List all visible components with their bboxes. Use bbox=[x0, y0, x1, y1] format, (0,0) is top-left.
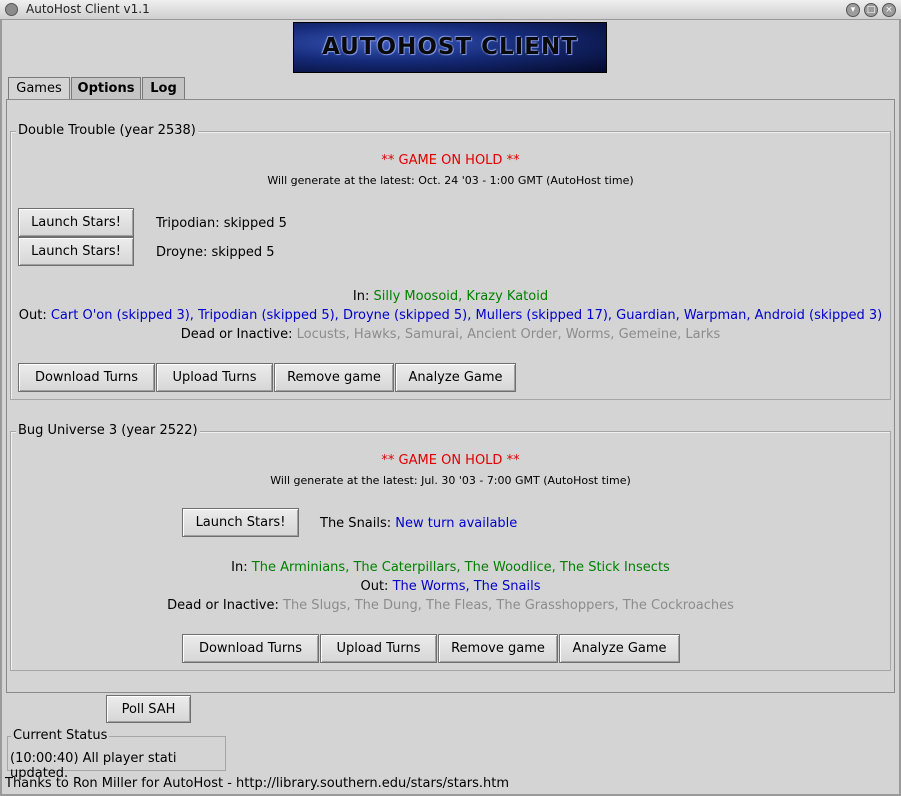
current-status-group: Current Status (10:00:40) All player sta… bbox=[7, 728, 226, 781]
out-players: Cart O'on (skipped 3), Tripodian (skippe… bbox=[50, 308, 883, 323]
dead-players: Locusts, Hawks, Samurai, Ancient Order, … bbox=[296, 327, 721, 342]
tab-label: Games bbox=[16, 81, 62, 96]
close-icon[interactable]: × bbox=[882, 3, 896, 17]
launch-stars-button[interactable]: Launch Stars! bbox=[18, 208, 134, 237]
download-turns-button[interactable]: Download Turns bbox=[18, 363, 155, 392]
dead-players: The Slugs, The Dung, The Fleas, The Gras… bbox=[283, 598, 734, 613]
app-icon[interactable] bbox=[5, 3, 18, 16]
tab-log[interactable]: Log bbox=[142, 77, 185, 99]
game-generate-time: Will generate at the latest: Oct. 24 '03… bbox=[267, 174, 634, 187]
game-group-double-trouble: Double Trouble (year 2538) ** GAME ON HO… bbox=[10, 123, 891, 400]
footer-credit: Thanks to Ron Miller for AutoHost - http… bbox=[5, 776, 510, 791]
in-label: In: bbox=[352, 289, 370, 304]
remove-game-button[interactable]: Remove game bbox=[438, 634, 558, 663]
out-label: Out: bbox=[18, 308, 47, 323]
minimize-icon[interactable]: ▾ bbox=[846, 3, 860, 17]
player-status: Droyne: skipped 5 bbox=[156, 245, 275, 260]
player-name: The Snails: bbox=[320, 516, 392, 531]
tab-games[interactable]: Games bbox=[8, 77, 70, 100]
in-players-line: In: Silly Moosoid, Krazy Katoid bbox=[11, 289, 890, 304]
autohost-logo: AUTOHOST CLIENT bbox=[293, 22, 607, 73]
out-players-line: Out: The Worms, The Snails bbox=[11, 579, 890, 594]
dead-label: Dead or Inactive: bbox=[180, 327, 293, 342]
game-generate-time: Will generate at the latest: Jul. 30 '03… bbox=[270, 474, 631, 487]
remove-game-button[interactable]: Remove game bbox=[274, 363, 394, 392]
in-label: In: bbox=[231, 560, 248, 575]
title-bar: AutoHost Client v1.1 ▾ □ × bbox=[0, 0, 901, 20]
current-status-label: Current Status bbox=[11, 728, 110, 743]
in-players-line: In: The Arminians, The Caterpillars, The… bbox=[11, 560, 890, 575]
download-turns-button[interactable]: Download Turns bbox=[182, 634, 319, 663]
tab-label: Options bbox=[77, 81, 135, 96]
poll-sah-button[interactable]: Poll SAH bbox=[106, 695, 191, 723]
game-title: Bug Universe 3 (year 2522) bbox=[16, 423, 200, 438]
launch-stars-button[interactable]: Launch Stars! bbox=[18, 237, 134, 266]
maximize-icon[interactable]: □ bbox=[864, 3, 878, 17]
logo-text: AUTOHOST CLIENT bbox=[322, 34, 578, 60]
games-panel: Double Trouble (year 2538) ** GAME ON HO… bbox=[6, 99, 895, 693]
tab-options[interactable]: Options bbox=[71, 77, 141, 99]
in-players: The Arminians, The Caterpillars, The Woo… bbox=[251, 560, 670, 575]
launch-stars-button[interactable]: Launch Stars! bbox=[182, 508, 299, 537]
dead-players-line: Dead or Inactive: The Slugs, The Dung, T… bbox=[11, 598, 890, 613]
game-hold-status: ** GAME ON HOLD ** bbox=[381, 153, 520, 168]
in-players: Silly Moosoid, Krazy Katoid bbox=[373, 289, 549, 304]
upload-turns-button[interactable]: Upload Turns bbox=[320, 634, 437, 663]
out-players: The Worms, The Snails bbox=[392, 579, 541, 594]
upload-turns-button[interactable]: Upload Turns bbox=[156, 363, 273, 392]
out-players-line: Out: Cart O'on (skipped 3), Tripodian (s… bbox=[11, 308, 890, 323]
window-title: AutoHost Client v1.1 bbox=[26, 2, 150, 16]
player-status: The Snails: New turn available bbox=[320, 516, 517, 531]
tab-label: Log bbox=[150, 81, 177, 96]
game-group-bug-universe-3: Bug Universe 3 (year 2522) ** GAME ON HO… bbox=[10, 423, 891, 671]
turn-status: New turn available bbox=[395, 516, 518, 531]
game-title: Double Trouble (year 2538) bbox=[16, 123, 198, 138]
dead-players-line: Dead or Inactive: Locusts, Hawks, Samura… bbox=[11, 327, 890, 342]
analyze-game-button[interactable]: Analyze Game bbox=[395, 363, 516, 392]
out-label: Out: bbox=[360, 579, 389, 594]
player-status: Tripodian: skipped 5 bbox=[156, 216, 287, 231]
dead-label: Dead or Inactive: bbox=[167, 598, 279, 613]
analyze-game-button[interactable]: Analyze Game bbox=[559, 634, 680, 663]
game-hold-status: ** GAME ON HOLD ** bbox=[381, 453, 520, 468]
